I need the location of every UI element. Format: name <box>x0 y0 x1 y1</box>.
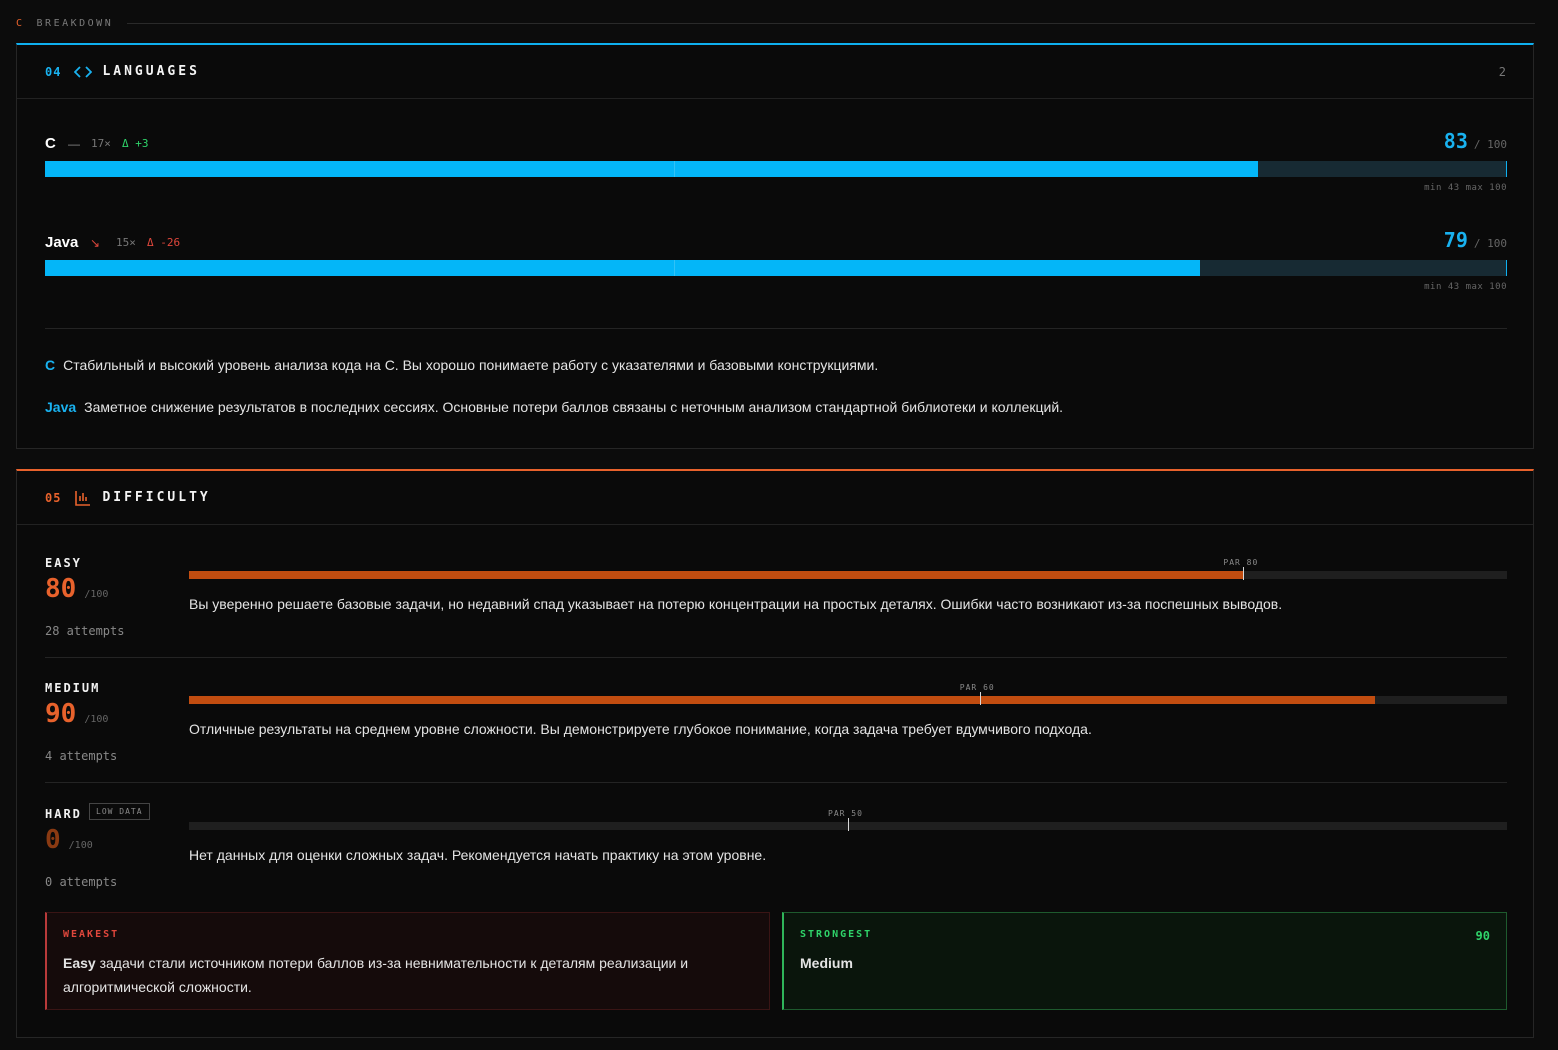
par-marker <box>848 818 849 831</box>
difficulty-description: Нет данных для оценки сложных задач. Рек… <box>189 847 767 863</box>
score-range: min 43 max 100 <box>1424 282 1507 292</box>
weakest-label: WEAKEST <box>63 929 120 940</box>
language-note-java: Java Заметное снижение результатов в посл… <box>45 399 1063 415</box>
language-note-c: C Стабильный и высокий уровень анализа ко… <box>45 357 878 373</box>
header-rule <box>127 22 1535 24</box>
language-row-java: Java ↘ 15× Δ -26 79 / 100 min 43 max 100 <box>45 228 1507 304</box>
note-tag: Java <box>45 399 77 415</box>
par-marker <box>979 692 981 705</box>
language-name: Java <box>45 234 79 251</box>
language-row-c: C — 17× Δ +3 83 / 100 min 43 max 100 <box>45 129 1507 205</box>
difficulty-row-easy: EASY 80 /100 28 attempts PAR 80 Вы увере… <box>45 556 1507 666</box>
difficulty-bar: PAR 50 <box>189 809 1507 831</box>
score-bar <box>45 161 1507 177</box>
language-score: 83 / 100 <box>1444 129 1507 153</box>
par-label: PAR 80 <box>1223 558 1259 567</box>
score-bar <box>45 260 1507 276</box>
weakest-card: WEAKEST Easy задачи стали источником пот… <box>45 912 770 1010</box>
difficulty-bar-fill <box>189 696 1376 704</box>
par-label: PAR 60 <box>959 683 995 692</box>
attempts-count: 15× <box>116 236 136 249</box>
bar-chart-icon <box>73 488 93 508</box>
attempts-count: 0 attempts <box>45 875 118 889</box>
difficulty-bar-fill <box>189 571 1244 579</box>
difficulty-level: EASY <box>45 556 82 570</box>
language-score: 79 / 100 <box>1444 228 1507 252</box>
score-value: 90 <box>45 699 77 729</box>
difficulty-score: 80 /100 <box>45 574 108 604</box>
bar-max-tick <box>1506 161 1507 177</box>
note-text: Стабильный и высокий уровень анализа код… <box>63 357 879 373</box>
score-max: / 100 <box>1473 237 1507 250</box>
difficulty-panel: 05 DIFFICULTY EASY 80 /100 28 attempts P… <box>16 469 1534 1038</box>
section-title: LANGUAGES <box>102 64 200 79</box>
languages-panel: 04 LANGUAGES 2 C — 17× Δ +3 83 / 100 min… <box>16 43 1534 449</box>
trend-flat-icon: — <box>68 137 80 151</box>
attempts-count: 17× <box>91 137 111 150</box>
low-data-badge: LOW DATA <box>89 803 150 820</box>
difficulty-level: MEDIUM <box>45 681 101 695</box>
breakdown-header: C BREAKDOWN <box>16 14 1535 32</box>
difficulty-divider <box>45 782 1507 783</box>
strongest-label: STRONGEST <box>800 929 873 940</box>
section-title: DIFFICULTY <box>102 490 211 505</box>
score-delta: Δ +3 <box>122 137 149 150</box>
score-bar-fill <box>45 260 1200 276</box>
trend-down-icon: ↘ <box>90 236 101 250</box>
attempts-count: 28 attempts <box>45 624 125 638</box>
score-max: /100 <box>84 714 109 725</box>
weakest-emphasis: Easy <box>63 955 96 971</box>
difficulty-row-medium: MEDIUM 90 /100 4 attempts PAR 60 Отличны… <box>45 681 1507 791</box>
score-value: 0 <box>45 825 61 855</box>
score-range: min 43 max 100 <box>1424 183 1507 193</box>
language-name: C <box>45 135 56 152</box>
score-delta: Δ -26 <box>147 236 181 249</box>
difficulty-bar: PAR 60 <box>189 683 1507 705</box>
bar-midpoint-tick <box>674 260 675 276</box>
difficulty-header: 05 DIFFICULTY <box>17 471 1533 525</box>
strongest-text: Medium <box>800 955 853 971</box>
section-number: 05 <box>45 490 62 505</box>
difficulty-row-hard: HARD LOW DATA 0 /100 0 attempts PAR 50 Н… <box>45 803 1507 917</box>
note-tag: C <box>45 357 56 373</box>
score-value: 79 <box>1443 228 1468 252</box>
score-max: / 100 <box>1473 138 1507 151</box>
score-max: /100 <box>84 589 109 600</box>
difficulty-divider <box>45 657 1507 658</box>
weakest-text: Easy задачи стали источником потери балл… <box>63 951 729 999</box>
bar-max-tick <box>1506 260 1507 276</box>
languages-divider <box>45 328 1507 329</box>
score-value: 83 <box>1443 129 1468 153</box>
section-number: 04 <box>45 64 62 79</box>
bar-midpoint-tick <box>674 161 675 177</box>
strongest-card: STRONGEST 90 Medium <box>782 912 1507 1010</box>
par-marker <box>1243 567 1245 580</box>
breakdown-label: BREAKDOWN <box>36 17 114 29</box>
difficulty-level: HARD <box>45 807 82 821</box>
score-max: /100 <box>68 840 93 851</box>
difficulty-score: 0 /100 <box>45 825 93 855</box>
strongest-value: 90 <box>1475 929 1490 943</box>
languages-count: 2 <box>1498 64 1506 79</box>
par-label: PAR 50 <box>828 809 863 818</box>
languages-header: 04 LANGUAGES 2 <box>17 45 1533 99</box>
score-bar-fill <box>45 161 1259 177</box>
note-text: Заметное снижение результатов в последни… <box>84 399 1064 415</box>
attempts-count: 4 attempts <box>45 749 118 763</box>
difficulty-description: Вы уверенно решаете базовые задачи, но н… <box>189 596 1283 612</box>
breakdown-letter: C <box>16 17 24 29</box>
difficulty-description: Отличные результаты на среднем уровне сл… <box>189 721 1092 737</box>
score-value: 80 <box>45 574 77 604</box>
code-brackets-icon <box>73 62 93 82</box>
weakest-description: задачи стали источником потери баллов из… <box>63 955 689 995</box>
difficulty-score: 90 /100 <box>45 699 108 729</box>
difficulty-bar: PAR 80 <box>189 558 1507 580</box>
